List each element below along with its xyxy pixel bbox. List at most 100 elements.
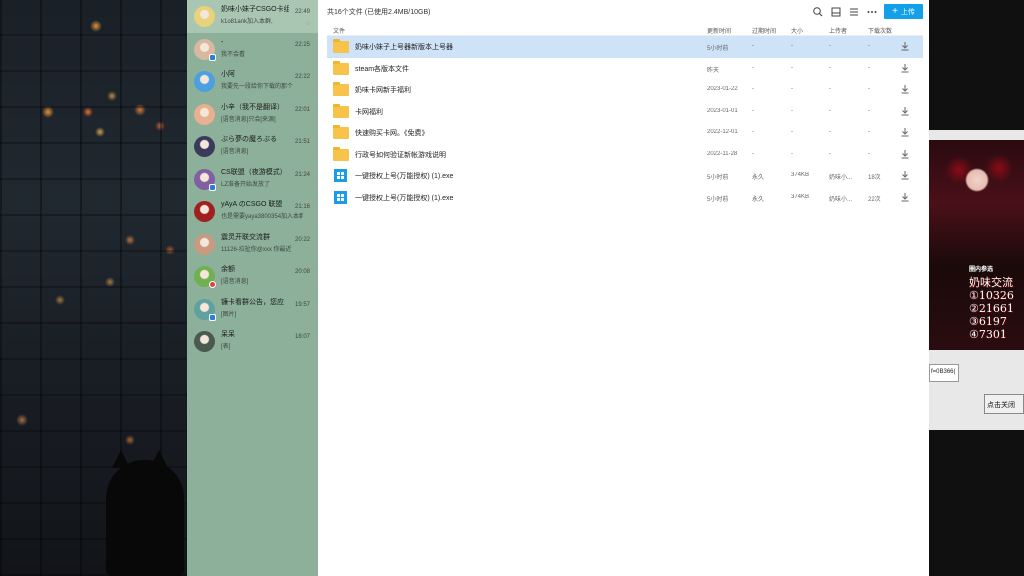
column-size[interactable]: 大小 [791, 26, 829, 35]
chat-item[interactable]: 呆呆 18:07 [表] [187, 325, 318, 358]
file-name[interactable]: 卡网福利 [355, 107, 725, 117]
mute-icon: ◌ [306, 21, 310, 27]
file-modified: 2022-11-28 [707, 150, 738, 157]
file-size: - [791, 86, 793, 92]
file-name[interactable]: 快速购买卡网。《免费》 [355, 128, 725, 138]
close-button[interactable]: 点击关闭 [984, 394, 1024, 414]
chat-list: 奶味小妹子CSGO卡组 22:49 k1o81ank加入本群, ◌ - 22:25 我不会看… [187, 0, 318, 576]
file-name[interactable]: 奶味卡网新手福利 [355, 85, 725, 95]
file-row[interactable]: 一键授权上号(万能授权) (1).exe 5小时前 永久 374KB 奶味小... 22次 [327, 187, 923, 209]
download-icon[interactable] [900, 192, 910, 202]
file-modified: 2023-01-01 [707, 107, 738, 114]
download-icon[interactable] [900, 41, 910, 51]
folder-icon [333, 103, 349, 118]
file-row[interactable]: 奶味小妹子上号器新版本上号器 5小时前 - - - - [327, 36, 923, 58]
chat-item[interactable]: yAyA のCSGO 联盟 21:16 也是需要yaya3800354加入本群 [187, 195, 318, 228]
file-name[interactable]: 行政号如何验证新帐游戏说明 [355, 150, 725, 160]
chat-time: 18:07 [294, 334, 310, 340]
download-icon[interactable] [900, 149, 910, 159]
chat-name: 小辛（我不是翻译） [221, 103, 284, 111]
cat-silhouette [106, 450, 184, 576]
chat-name: 余额 [221, 266, 235, 273]
promo-poster-image: 圈内参选 奶味交流 ①10326 ②21661 ③6197 ④7301 [929, 140, 1024, 350]
chat-item[interactable]: ぶら夢の魔ろぶる 21:51 [语音消息] [187, 130, 318, 163]
file-row[interactable]: 一键授权上号(万能授权) (1).exe 5小时前 永久 374KB 奶味小... 18次 [327, 165, 923, 187]
list-view-icon[interactable] [848, 6, 860, 18]
file-name[interactable]: 一键授权上号(万能授权) (1).exe [355, 193, 725, 203]
file-expires: 永久 [752, 175, 765, 181]
download-icon[interactable] [900, 84, 910, 94]
file-row[interactable]: 卡网福利 2023-01-01 - - - - [327, 101, 923, 123]
chat-item[interactable]: CS联盟（夜游模式） 21:24 LZ准备开始发放了 [187, 163, 318, 196]
search-icon[interactable] [812, 6, 824, 18]
file-table-header: 文件 更新时间 过期时间 大小 上传者 下载次数 [327, 24, 923, 36]
file-name[interactable]: 奶味小妹子上号器新版本上号器 [355, 42, 725, 52]
chat-name: ぶら夢の魔ろぶる [221, 136, 277, 143]
upload-button[interactable]: + 上传 [884, 4, 923, 19]
poster-caption: 圈内参选 [969, 267, 994, 273]
avatar [194, 71, 215, 92]
file-name[interactable]: steam各版本文件 [355, 64, 725, 74]
plus-icon: + [892, 5, 898, 17]
chat-item[interactable]: - 22:25 我不会看 [187, 33, 318, 66]
inbox-icon[interactable] [830, 6, 842, 18]
chat-preview: k1o81ank加入本群, [221, 19, 273, 25]
file-uploader: - [829, 86, 831, 92]
file-row[interactable]: 奶味卡网新手福利 2023-01-22 - - - - [327, 79, 923, 101]
file-downloads: 18次 [868, 175, 881, 181]
chat-item[interactable]: 余额 20:08 [语音消息] [187, 260, 318, 293]
file-modified: 5小时前 [707, 175, 729, 181]
file-size: - [791, 129, 793, 135]
file-row[interactable]: 快速购买卡网。《免费》 2022-12-01 - - - - [327, 122, 923, 144]
column-uploader[interactable]: 上传者 [829, 26, 869, 35]
chat-item[interactable]: 小阿 22:22 我要先一段给你下载的那个 [187, 65, 318, 98]
file-modified: 2023-01-22 [707, 86, 738, 92]
chat-preview: [表] [221, 344, 231, 350]
chat-name: 呆呆 [221, 331, 235, 338]
column-expires[interactable]: 过期时间 [752, 26, 790, 35]
column-modified[interactable]: 更新时间 [707, 26, 751, 35]
file-expires: - [752, 86, 754, 92]
file-row[interactable]: 行政号如何验证新帐游戏说明 2022-11-28 - - - - [327, 144, 923, 166]
column-name[interactable]: 文件 [333, 26, 703, 35]
poster-text: 奶味交流 ①10326 ②21661 ③6197 ④7301 [969, 276, 1014, 341]
download-icon[interactable] [900, 63, 910, 73]
file-expires: 永久 [752, 196, 765, 203]
chat-preview: [语音消息] [221, 279, 249, 285]
chat-item[interactable]: 镰卡看群公告，您应 19:57 [图片] [187, 293, 318, 326]
chat-time: 19:57 [294, 301, 310, 308]
download-icon[interactable] [900, 127, 910, 137]
chat-item[interactable]: 奶味小妹子CSGO卡组 22:49 k1o81ank加入本群, ◌ [187, 0, 318, 33]
chat-time: 22:25 [294, 41, 310, 48]
folder-icon [333, 82, 349, 96]
file-modified: 5小时前 [707, 196, 729, 203]
download-icon[interactable] [900, 170, 910, 180]
exe-file-icon [334, 190, 347, 204]
chat-item[interactable]: 小辛（我不是翻译） 22:01 [语音消息]只会[来源] [187, 98, 318, 131]
chat-name: 奶味小妹子CSGO卡组 [221, 6, 289, 13]
poster-line: 奶味交流 [969, 276, 1013, 289]
file-size: - [791, 43, 793, 49]
file-expires: - [752, 107, 754, 114]
file-uploader: 奶味小... [829, 175, 853, 181]
status-badge [209, 53, 216, 61]
file-name[interactable]: 一键授权上号(万能授权) (1).exe [355, 171, 725, 181]
file-row[interactable]: steam各版本文件 昨天 - - - - [327, 58, 923, 80]
file-uploader: 奶味小... [829, 196, 853, 203]
download-icon[interactable] [900, 106, 910, 116]
more-icon[interactable] [866, 6, 878, 18]
id-field[interactable]: f=0B366( [929, 364, 959, 382]
file-expires: - [752, 150, 754, 157]
status-badge [209, 183, 216, 191]
file-downloads: - [868, 43, 870, 49]
poster-line: ④7301 [969, 328, 1007, 341]
chat-time: 21:51 [294, 139, 310, 145]
file-toolbar: + 上传 [812, 4, 923, 19]
chat-item[interactable]: 震灵开联交流群 20:22 11126-拉扯你@xxx 你最近 [187, 228, 318, 261]
chat-name: 震灵开联交流群 [221, 233, 270, 241]
poster-line: ①10326 [969, 289, 1014, 302]
upload-label: 上传 [901, 8, 915, 16]
column-downloads[interactable]: 下载次数 [868, 26, 898, 35]
folder-icon [333, 125, 349, 139]
chat-preview: 也是需要yaya3800354加入本群 [221, 214, 303, 220]
